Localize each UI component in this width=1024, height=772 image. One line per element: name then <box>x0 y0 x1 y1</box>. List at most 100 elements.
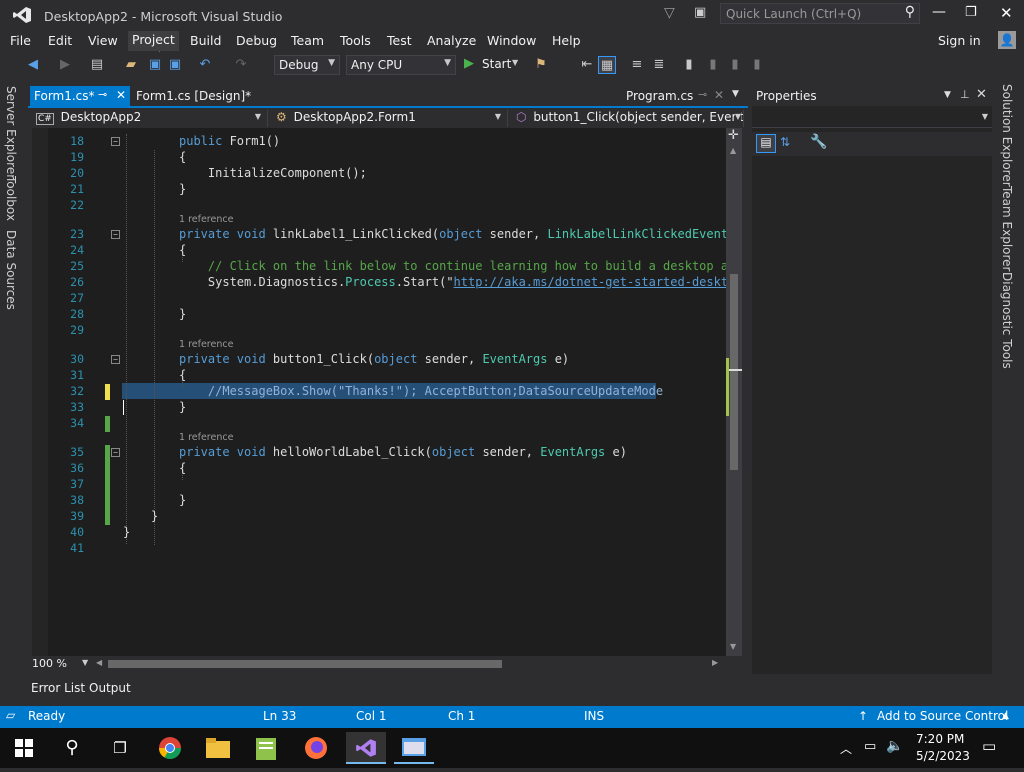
data-sources-tab[interactable]: Data Sources <box>4 230 18 310</box>
tab-form1-design[interactable]: Form1.cs [Design]* <box>136 89 251 103</box>
tab-program-cs[interactable]: Program.cs <box>626 89 693 103</box>
new-project-icon[interactable]: ▤ <box>88 56 106 74</box>
notepad-icon[interactable] <box>246 732 286 764</box>
collapse-toggle-icon[interactable]: − <box>111 230 120 239</box>
configuration-select[interactable]: Debug ▼ <box>274 55 340 75</box>
navigate-forward-icon[interactable]: ▶ <box>56 56 74 74</box>
menu-debug[interactable]: Debug <box>236 33 277 48</box>
menu-tools[interactable]: Tools <box>340 33 371 48</box>
notifications-icon[interactable]: ▭ <box>982 737 996 755</box>
solution-explorer-tab[interactable]: Solution Explorer <box>1000 84 1014 187</box>
horizontal-scrollbar-thumb[interactable] <box>108 660 502 668</box>
redo-icon[interactable]: ↷ <box>232 56 250 74</box>
toggle-view-icon[interactable]: ▦ <box>598 56 616 74</box>
navigate-back-icon[interactable]: ◀ <box>24 56 42 74</box>
codelens-reference[interactable]: 1 reference <box>179 339 233 350</box>
menu-help[interactable]: Help <box>552 33 581 48</box>
tab-output[interactable]: Output <box>89 681 131 695</box>
menu-team[interactable]: Team <box>291 33 324 48</box>
menu-test[interactable]: Test <box>387 33 412 48</box>
chevron-up-icon[interactable]: ▲ <box>1002 711 1009 721</box>
menu-project[interactable]: Project <box>128 31 179 51</box>
clock-time[interactable]: 7:20 PM <box>916 732 964 746</box>
object-selector[interactable]: ▼ <box>752 108 992 128</box>
app-window-icon[interactable] <box>394 732 434 764</box>
close-button[interactable]: ✕ <box>1000 4 1013 22</box>
close-panel-icon[interactable]: ✕ <box>976 87 987 102</box>
clock-date[interactable]: 5/2/2023 <box>916 749 970 763</box>
start-debugging-button[interactable]: ▶ Start ▼ <box>462 56 520 74</box>
code-editor[interactable]: 1 reference 1 reference 1 reference 1 refer… <box>32 128 726 656</box>
toolbox-tab[interactable]: Toolbox <box>4 176 18 221</box>
project-dropdown[interactable]: C# DesktopApp2 ▼ <box>32 110 268 127</box>
filter-icon[interactable]: ▽ <box>664 5 675 21</box>
close-tab-icon[interactable]: ✕ <box>116 88 126 102</box>
scrollbar-thumb[interactable] <box>730 274 738 470</box>
search-icon[interactable]: ⚲ <box>52 732 92 764</box>
scroll-right-icon[interactable]: ▶ <box>712 658 718 667</box>
volume-icon[interactable]: 🔈 <box>886 738 903 754</box>
zoom-select[interactable]: 100 % ▼ <box>32 657 92 672</box>
diagnostic-tools-tab[interactable]: Diagnostic Tools <box>1000 272 1014 369</box>
visual-studio-taskbar-icon[interactable] <box>346 732 386 764</box>
network-icon[interactable]: ▭ <box>864 739 876 754</box>
vertical-scrollbar[interactable]: ✛ ▲ ▼ <box>726 128 742 656</box>
menu-file[interactable]: File <box>10 33 31 48</box>
scroll-left-icon[interactable]: ◀ <box>96 658 102 667</box>
menu-build[interactable]: Build <box>190 33 221 48</box>
scroll-down-icon[interactable]: ▼ <box>730 642 736 651</box>
bookmark-icon[interactable]: ▮ <box>680 56 698 74</box>
undo-icon[interactable]: ↶ <box>196 56 214 74</box>
next-bookmark-icon[interactable]: ▮ <box>726 56 744 74</box>
step-icon[interactable]: ⇤ <box>578 56 596 74</box>
uncomment-icon[interactable]: ≣ <box>650 56 668 74</box>
tab-error-list[interactable]: Error List <box>31 681 85 695</box>
chrome-icon[interactable] <box>150 732 190 764</box>
codelens-reference[interactable]: 1 reference <box>179 432 233 443</box>
search-icon[interactable]: ⚲ <box>905 4 915 20</box>
member-dropdown[interactable]: ⬡ button1_Click(object sender, EventArg … <box>512 110 744 127</box>
scroll-up-icon[interactable]: ▲ <box>730 146 736 155</box>
open-file-icon[interactable]: ▰ <box>122 56 140 74</box>
menu-window[interactable]: Window <box>487 33 536 48</box>
tab-form1-cs[interactable]: Form1.cs* ⊸ ✕ <box>30 86 130 106</box>
file-explorer-icon[interactable] <box>198 732 238 764</box>
prev-bookmark-icon[interactable]: ▮ <box>704 56 722 74</box>
menu-edit[interactable]: Edit <box>48 33 72 48</box>
tray-chevron-up-icon[interactable]: ︿ <box>840 740 852 757</box>
browser-link-icon[interactable]: ⚑ <box>532 56 550 74</box>
collapse-toggle-icon[interactable]: − <box>111 355 120 364</box>
property-pages-icon[interactable]: 🔧 <box>810 134 827 150</box>
sign-in-link[interactable]: Sign in <box>938 33 981 48</box>
task-view-icon[interactable]: ❐ <box>100 732 140 764</box>
server-explorer-tab[interactable]: Server Explorer <box>4 86 18 179</box>
codelens-reference[interactable]: 1 reference <box>179 214 233 225</box>
comment-out-icon[interactable]: ≡ <box>628 56 646 74</box>
collapse-toggle-icon[interactable]: − <box>111 448 120 457</box>
split-window-icon[interactable]: ✛ <box>728 128 739 143</box>
feedback-icon[interactable]: ▣ <box>694 5 706 20</box>
restore-button[interactable]: ❐ <box>965 5 977 20</box>
codelens-reference[interactable]: 1 reference <box>179 128 233 131</box>
pin-icon[interactable]: ⊸ <box>98 88 107 101</box>
auto-hide-pin-icon[interactable]: ⊥ <box>960 88 970 101</box>
tab-overflow-chevron-icon[interactable]: ▼ <box>732 89 739 99</box>
account-avatar-icon[interactable]: 👤 <box>998 31 1016 49</box>
minimize-button[interactable]: — <box>932 4 946 20</box>
class-dropdown[interactable]: ⚙ DesktopApp2.Form1 ▼ <box>272 110 508 127</box>
categorized-icon[interactable]: ▤ <box>756 134 776 153</box>
team-explorer-tab[interactable]: Team Explorer <box>1000 186 1014 272</box>
save-all-icon[interactable]: ▣ <box>166 56 184 74</box>
add-to-source-control-button[interactable]: Add to Source Control <box>877 709 1008 723</box>
clear-bookmarks-icon[interactable]: ▮ <box>748 56 766 74</box>
platform-select[interactable]: Any CPU ▼ <box>346 55 456 75</box>
alphabetical-icon[interactable]: ⇅ <box>780 135 790 149</box>
pin-icon[interactable]: ⊸ <box>698 88 707 101</box>
menu-analyze[interactable]: Analyze <box>427 33 476 48</box>
glyph-margin[interactable] <box>32 128 48 656</box>
menu-view[interactable]: View <box>88 33 118 48</box>
save-icon[interactable]: ▣ <box>146 56 164 74</box>
code-token[interactable]: http://aka.ms/dotnet-get-started-desktop <box>454 275 726 289</box>
firefox-icon[interactable] <box>296 732 336 764</box>
collapse-toggle-icon[interactable]: − <box>111 137 120 146</box>
